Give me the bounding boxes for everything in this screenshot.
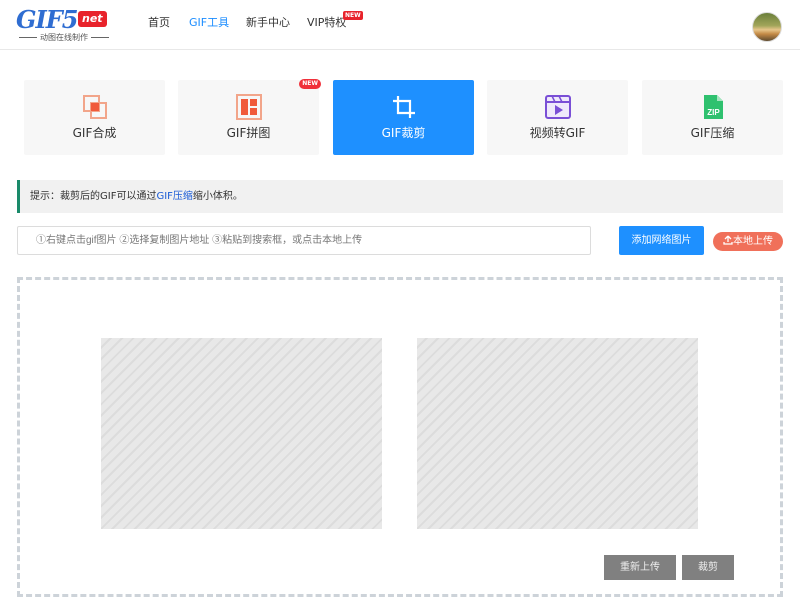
upload-label: 本地上传 — [733, 236, 773, 247]
crop-button[interactable]: 裁剪 — [682, 555, 734, 580]
upload-icon — [723, 235, 733, 245]
logo-tagline: 动图在线制作 — [16, 32, 112, 43]
merge-icon — [83, 95, 107, 119]
original-image-preview[interactable] — [101, 338, 382, 529]
local-upload-button[interactable]: 本地上传 — [713, 232, 783, 251]
zip-icon: ZIP — [704, 95, 723, 119]
tip-text-suffix: 缩小体积。 — [192, 191, 243, 202]
tool-label: 视频转GIF — [529, 126, 586, 140]
tool-gif-collage[interactable]: NEW GIF拼图 — [178, 79, 321, 155]
crop-icon — [393, 96, 415, 118]
tip-banner: 提示：裁剪后的GIF可以通过GIF压缩缩小体积。 — [17, 180, 783, 213]
tip-compress-link[interactable]: GIF压缩 — [156, 191, 192, 202]
tool-label: GIF拼图 — [226, 126, 271, 140]
site-logo[interactable]: GIF5 net 动图在线制作 — [16, 8, 116, 44]
nav-gif-tools[interactable]: GIF工具 — [189, 0, 229, 50]
logo-text: GIF5 — [16, 5, 78, 34]
new-badge: NEW — [299, 79, 321, 89]
tool-label: GIF合成 — [72, 126, 117, 140]
video-icon — [545, 95, 571, 119]
tool-gif-crop[interactable]: GIF裁剪 — [333, 80, 474, 155]
nav-home[interactable]: 首页 — [148, 0, 170, 50]
reupload-button[interactable]: 重新上传 — [604, 555, 676, 580]
zip-icon-text: ZIP — [707, 108, 720, 117]
tool-gif-merge[interactable]: GIF合成 — [24, 80, 165, 155]
user-avatar[interactable] — [752, 12, 782, 42]
top-header: GIF5 net 动图在线制作 首页 GIF工具 新手中心 VIP特权 NEW — [0, 0, 800, 50]
tool-gif-compress[interactable]: ZIP GIF压缩 — [642, 80, 783, 155]
nav-beginner-center[interactable]: 新手中心 — [246, 0, 290, 50]
tool-label: GIF压缩 — [690, 126, 735, 140]
cropped-image-preview — [417, 338, 698, 529]
nav-vip-label: VIP特权 — [307, 16, 347, 29]
nav-vip[interactable]: VIP特权 NEW — [307, 0, 367, 50]
logo-suffix: net — [78, 11, 107, 27]
tool-label: GIF裁剪 — [381, 126, 426, 140]
add-web-image-button[interactable]: 添加网络图片 — [619, 226, 704, 255]
tip-text: 提示：裁剪后的GIF可以通过 — [30, 191, 157, 202]
new-badge: NEW — [343, 11, 363, 20]
collage-icon — [236, 94, 262, 120]
image-url-input[interactable] — [17, 226, 591, 255]
tool-video-to-gif[interactable]: 视频转GIF — [487, 80, 628, 155]
